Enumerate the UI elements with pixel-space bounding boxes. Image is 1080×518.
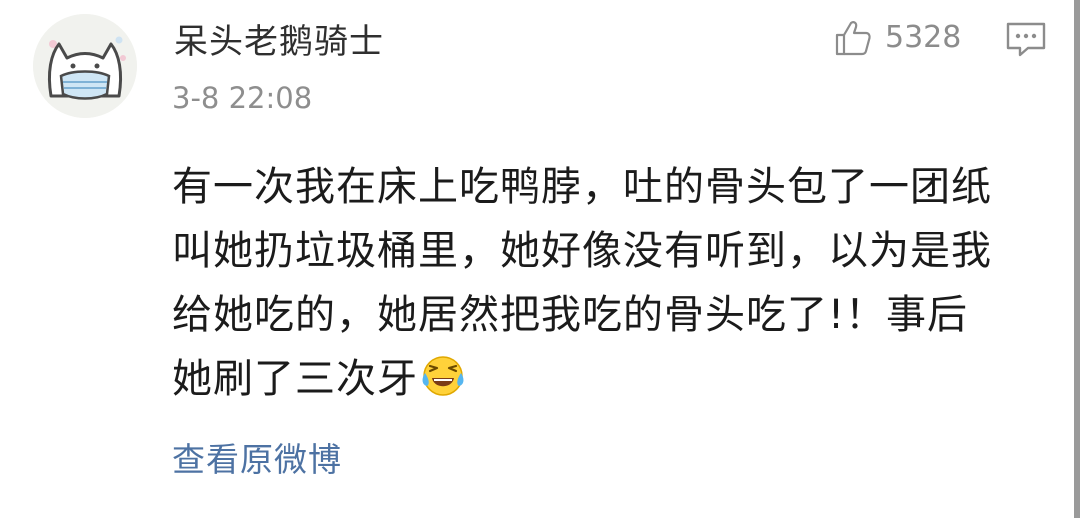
view-original-weibo-link[interactable]: 查看原微博 xyxy=(172,440,342,480)
username[interactable]: 呆头老鹅骑士 xyxy=(174,22,384,62)
laughing-crying-emoji-icon xyxy=(420,353,466,399)
comment-text-line: 有一次我在床上吃鸭脖，吐的骨头包了一团纸 xyxy=(172,164,992,210)
comment-body: 有一次我在床上吃鸭脖，吐的骨头包了一团纸 叫她扔垃圾桶里，她好像没有听到，以为是… xyxy=(172,155,1052,411)
user-avatar[interactable] xyxy=(33,14,137,118)
comment-text-line: 给她吃的，她居然把我吃的骨头吃了!！事后 xyxy=(172,292,969,338)
like-count: 5328 xyxy=(885,20,962,55)
like-button[interactable]: 5328 xyxy=(833,16,961,60)
comment-text-line: 叫她扔垃圾桶里，她好像没有听到，以为是我 xyxy=(172,228,992,274)
comment-timestamp: 3-8 22:08 xyxy=(172,81,313,115)
thumbs-up-icon xyxy=(835,21,871,56)
comment-text-line: 她刷了三次牙 xyxy=(172,356,418,402)
comment-text-line-last: 她刷了三次牙 xyxy=(172,347,1052,411)
reply-button[interactable] xyxy=(1004,20,1048,60)
right-edge-scrollbar xyxy=(1074,0,1080,518)
cat-mask-avatar-icon xyxy=(33,14,137,118)
comment-bubble-icon xyxy=(1006,22,1046,57)
